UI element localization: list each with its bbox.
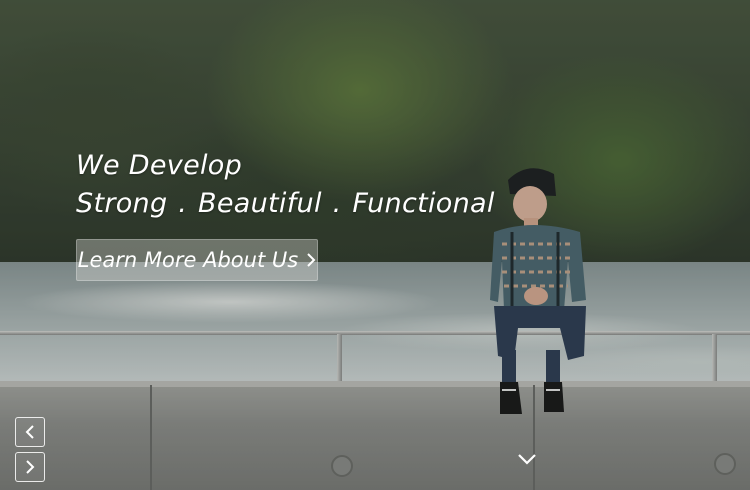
chevron-right-icon xyxy=(26,460,35,474)
headline-line-2: Strong . Beautiful . Functional xyxy=(76,188,495,219)
hero-section: We Develop Strong . Beautiful . Function… xyxy=(0,0,750,490)
scroll-down-button[interactable] xyxy=(515,449,539,469)
slider-prev-button[interactable] xyxy=(15,417,45,447)
hero-headline: We Develop Strong . Beautiful . Function… xyxy=(76,148,495,224)
headline-line-1: We Develop xyxy=(76,150,243,181)
learn-more-button[interactable]: Learn More About Us xyxy=(76,239,318,281)
learn-more-label: Learn More About Us xyxy=(77,248,299,272)
chevron-left-icon xyxy=(25,425,34,439)
chevron-right-icon xyxy=(307,253,316,267)
slider-next-button[interactable] xyxy=(15,452,45,482)
chevron-down-icon xyxy=(518,454,536,465)
